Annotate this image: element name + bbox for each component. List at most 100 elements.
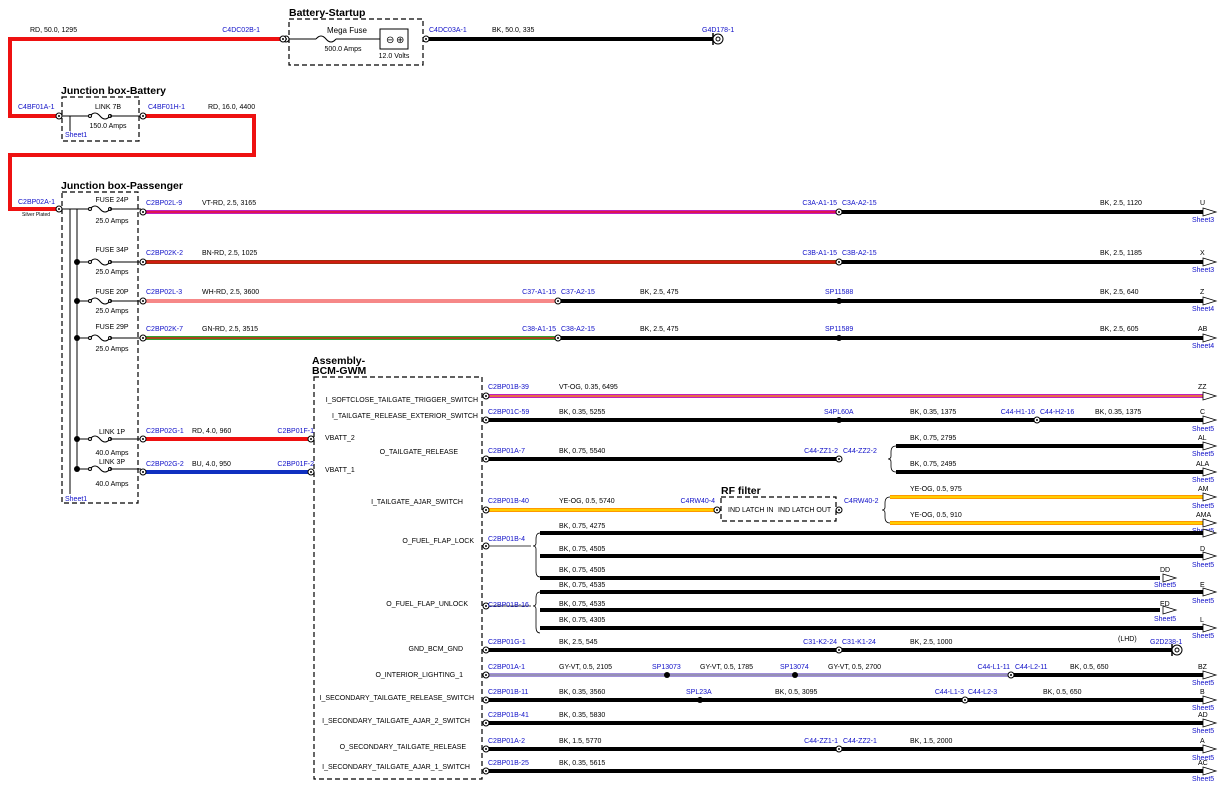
sheet5-ref-ala[interactable]: Sheet5 <box>1192 477 1214 484</box>
svg-text:I_SECONDARY_TAILGATE_RELEASE_S: I_SECONDARY_TAILGATE_RELEASE_SWITCH <box>320 695 474 702</box>
mega-fuse-label: Mega Fuse <box>327 26 368 35</box>
svg-text:BK, 2.5, 475: BK, 2.5, 475 <box>640 326 679 333</box>
svg-text:BK, 2.5, 640: BK, 2.5, 640 <box>1100 289 1139 296</box>
svg-text:C4RW40-4: C4RW40-4 <box>681 498 716 505</box>
svg-text:C2BP01F-2: C2BP01F-2 <box>277 461 314 468</box>
svg-text:C37-A2-15: C37-A2-15 <box>561 289 595 296</box>
sheet3-ref-u[interactable]: Sheet3 <box>1192 217 1214 224</box>
fuse-20p: FUSE 20P 25.0 Amps <box>74 289 141 315</box>
sheet5-ref-ed[interactable]: Sheet5 <box>1154 616 1176 623</box>
svg-text:BK, 1.5, 2000: BK, 1.5, 2000 <box>910 738 953 745</box>
svg-text:25.0 Amps: 25.0 Amps <box>95 308 129 315</box>
svg-text:SP11588: SP11588 <box>825 289 853 296</box>
svg-text:AC: AC <box>1198 760 1208 767</box>
svg-text:X: X <box>1200 250 1205 257</box>
svg-text:C3B-A2-15: C3B-A2-15 <box>842 250 877 257</box>
fuse-group: FUSE 24P 25.0 Amps FUSE 34P 25.0 Amps FU… <box>74 197 141 488</box>
svg-text:SP13074: SP13074 <box>780 664 809 671</box>
svg-text:BZ: BZ <box>1198 664 1208 671</box>
svg-text:C3A-A1-15: C3A-A1-15 <box>802 200 837 207</box>
svg-text:C2BP01G-1: C2BP01G-1 <box>488 639 526 646</box>
sheet1-ref-b[interactable]: Sheet1 <box>65 496 87 503</box>
battery-startup-block: Battery-Startup Mega Fuse 500.0 Amps ⊖ ⊕… <box>279 7 430 66</box>
svg-text:FUSE 29P: FUSE 29P <box>95 324 128 331</box>
circuit-z: C2BP02L-3 WH-RD, 2.5, 3600 C37-A1-15 C37… <box>139 289 1217 313</box>
svg-text:BK, 0.75, 4505: BK, 0.75, 4505 <box>559 546 605 553</box>
svg-text:YE-OG, 0.5, 5740: YE-OG, 0.5, 5740 <box>559 498 615 505</box>
svg-text:BK, 0.75, 5540: BK, 0.75, 5540 <box>559 448 605 455</box>
svg-text:40.0 Amps: 40.0 Amps <box>95 450 129 457</box>
svg-text:C: C <box>1200 409 1205 416</box>
svg-text:D: D <box>1200 546 1205 553</box>
svg-text:BK, 0.5, 650: BK, 0.5, 650 <box>1070 664 1109 671</box>
sheet5-ref-am[interactable]: Sheet5 <box>1192 503 1214 510</box>
sheet5-ref-ac[interactable]: Sheet5 <box>1192 776 1214 783</box>
svg-text:BK, 0.75, 2795: BK, 0.75, 2795 <box>910 435 956 442</box>
circuit-fuel-flap-unlock: C2BP01B-16 BK, 0.75, 4535 BK, 0.75, 4535… <box>482 582 1217 640</box>
svg-text:I_SECONDARY_TAILGATE_AJAR_2_SW: I_SECONDARY_TAILGATE_AJAR_2_SWITCH <box>322 718 470 725</box>
signal-vbatt2: VBATT_2 <box>325 435 355 442</box>
svg-text:C2BP01A-7: C2BP01A-7 <box>488 448 525 455</box>
svg-text:BK, 2.5, 1185: BK, 2.5, 1185 <box>1100 250 1142 257</box>
sheet5-ref-bz[interactable]: Sheet5 <box>1192 680 1214 687</box>
svg-text:C3A-A2-15: C3A-A2-15 <box>842 200 877 207</box>
sheet5-ref-dd[interactable]: Sheet5 <box>1154 582 1176 589</box>
signal-vbatt1: VBATT_1 <box>325 467 355 474</box>
svg-text:S4PL60A: S4PL60A <box>824 409 854 416</box>
sheet1-ref-a[interactable]: Sheet1 <box>65 132 87 139</box>
sheet5-ref-ad[interactable]: Sheet5 <box>1192 728 1214 735</box>
sheet4-ref-z[interactable]: Sheet4 <box>1192 306 1214 313</box>
svg-text:C44-L2-11: C44-L2-11 <box>1015 664 1048 671</box>
svg-text:C2BP01B-4: C2BP01B-4 <box>488 536 525 543</box>
sheet5-ref-c[interactable]: Sheet5 <box>1192 426 1214 433</box>
svg-text:C31-K2-24: C31-K2-24 <box>803 639 837 646</box>
svg-text:SP13073: SP13073 <box>652 664 681 671</box>
battery-startup-title: Battery-Startup <box>289 7 365 19</box>
circuit-u: C2BP02L-9 VT-RD, 2.5, 3165 C3A-A1-15 C3A… <box>139 200 1217 224</box>
sheet3-ref-x[interactable]: Sheet3 <box>1192 267 1214 274</box>
svg-text:U: U <box>1200 200 1205 207</box>
svg-text:C38-A2-15: C38-A2-15 <box>561 326 595 333</box>
circuit-vbatt1: C2BP02G-2 BU, 4.0, 950 C2BP01F-2 <box>139 461 315 476</box>
svg-text:I_TAILGATE_AJAR_SWITCH: I_TAILGATE_AJAR_SWITCH <box>371 499 463 506</box>
svg-text:E: E <box>1200 582 1205 589</box>
sheet5-ref-b[interactable]: Sheet5 <box>1192 705 1214 712</box>
svg-text:BK, 0.75, 4305: BK, 0.75, 4305 <box>559 617 605 624</box>
sheet5-ref-d[interactable]: Sheet5 <box>1192 562 1214 569</box>
junction-box-battery: Junction box-Battery LINK 7B 150.0 Amps … <box>55 85 166 142</box>
svg-text:I_SOFTCLOSE_TAILGATE_TRIGGER_S: I_SOFTCLOSE_TAILGATE_TRIGGER_SWITCH <box>326 397 478 404</box>
svg-text:BK, 0.35, 1375: BK, 0.35, 1375 <box>1095 409 1141 416</box>
svg-text:GY-VT, 0.5, 2700: GY-VT, 0.5, 2700 <box>828 664 881 671</box>
svg-text:C44-H1-16: C44-H1-16 <box>1001 409 1035 416</box>
svg-text:GY-VT, 0.5, 1785: GY-VT, 0.5, 1785 <box>700 664 753 671</box>
wire-label-w2: BK, 50.0, 335 <box>492 27 535 34</box>
svg-text:ALA: ALA <box>1196 461 1210 468</box>
fuse-24p: FUSE 24P 25.0 Amps <box>88 197 141 225</box>
svg-text:⊖: ⊖ <box>386 35 394 46</box>
sheet5-ref-l[interactable]: Sheet5 <box>1192 633 1214 640</box>
svg-text:ZZ: ZZ <box>1198 384 1207 391</box>
svg-text:C2BP02G-1: C2BP02G-1 <box>146 428 184 435</box>
sheet5-ref-al[interactable]: Sheet5 <box>1192 451 1214 458</box>
svg-text:BK, 0.35, 5615: BK, 0.35, 5615 <box>559 760 605 767</box>
svg-text:VT-RD, 2.5, 3165: VT-RD, 2.5, 3165 <box>202 200 256 207</box>
svg-text:C38-A1-15: C38-A1-15 <box>522 326 556 333</box>
svg-text:BN-RD, 2.5, 1025: BN-RD, 2.5, 1025 <box>202 250 257 257</box>
battery-volts: 12.0 Volts <box>379 53 410 60</box>
svg-text:AL: AL <box>1198 435 1207 442</box>
sheet4-ref-ab[interactable]: Sheet4 <box>1192 343 1214 350</box>
bcm-title-line2: BCM-GWM <box>312 365 366 377</box>
svg-text:I_TAILGATE_RELEASE_EXTERIOR_SW: I_TAILGATE_RELEASE_EXTERIOR_SWITCH <box>332 413 478 420</box>
svg-text:SP11589: SP11589 <box>825 326 853 333</box>
rf-filter: RF filter IND LATCH IN IND LATCH OUT <box>720 485 837 522</box>
svg-text:C44-L2-3: C44-L2-3 <box>968 689 997 696</box>
circuit-fuel-flap-lock: C2BP01B-4 BK, 0.75, 4275 BK, 0.75, 4505 … <box>482 523 1217 589</box>
circuit-ab: C2BP02K-7 GN-RD, 2.5, 3515 C38-A1-15 C38… <box>139 326 1217 350</box>
svg-text:GN-RD, 2.5, 3515: GN-RD, 2.5, 3515 <box>202 326 258 333</box>
fuse-29p: FUSE 29P 25.0 Amps <box>74 324 141 353</box>
svg-text:VT-OG, 0.35, 6495: VT-OG, 0.35, 6495 <box>559 384 618 391</box>
svg-text:DD: DD <box>1160 567 1170 574</box>
sheet5-ref-e[interactable]: Sheet5 <box>1192 598 1214 605</box>
svg-text:C44-ZZ1-1: C44-ZZ1-1 <box>804 738 838 745</box>
svg-text:FUSE 20P: FUSE 20P <box>95 289 128 296</box>
